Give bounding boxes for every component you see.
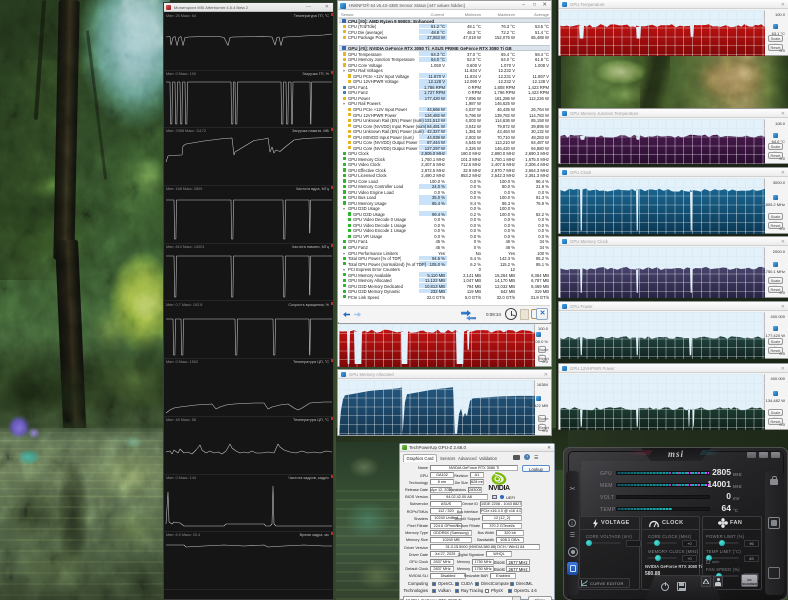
svg-text:NVIDIA: NVIDIA bbox=[488, 485, 510, 491]
